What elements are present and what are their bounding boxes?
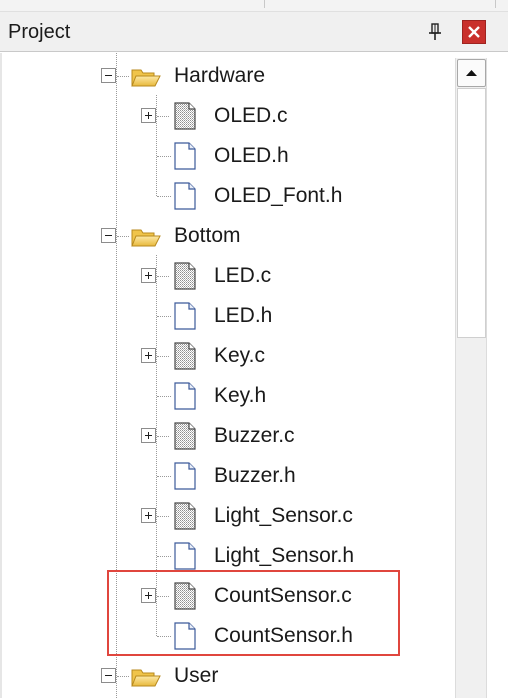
expand-toggle[interactable] xyxy=(141,428,156,443)
tree-file-item[interactable]: Buzzer.h xyxy=(2,456,456,496)
source-file-icon xyxy=(174,262,196,290)
folder-open-icon xyxy=(131,226,161,248)
file-label: LED.c xyxy=(214,264,272,287)
tree-guide-line xyxy=(157,276,169,277)
tree-group-user[interactable]: User xyxy=(2,656,456,696)
vertical-scrollbar[interactable] xyxy=(455,58,487,698)
separator-tick xyxy=(264,0,265,8)
tree-guide-line xyxy=(157,516,169,517)
expand-toggle[interactable] xyxy=(141,508,156,523)
tree-guide-line xyxy=(157,316,171,317)
header-file-icon xyxy=(174,382,196,410)
file-label: Light_Sensor.c xyxy=(214,504,353,527)
tree-guide-line xyxy=(157,436,169,437)
source-file-icon xyxy=(174,422,196,450)
header-file-icon xyxy=(174,302,196,330)
source-file-icon xyxy=(174,502,196,530)
separator-tick xyxy=(495,0,496,8)
tree-file-item[interactable]: OLED.c xyxy=(2,96,456,136)
file-label: OLED.h xyxy=(214,144,289,167)
file-label: Key.c xyxy=(214,344,265,367)
project-panel-header: Project xyxy=(0,12,508,52)
tree-file-item[interactable]: OLED_Font.h xyxy=(2,176,456,216)
tree-file-item[interactable]: Key.c xyxy=(2,336,456,376)
tree-guide-line xyxy=(157,556,171,557)
group-label: User xyxy=(174,664,219,687)
pin-icon[interactable] xyxy=(424,21,446,43)
tree-file-item[interactable]: Key.h xyxy=(2,376,456,416)
folder-open-icon xyxy=(131,666,161,688)
expand-toggle[interactable] xyxy=(141,348,156,363)
tree-group-hardware[interactable]: Hardware xyxy=(2,56,456,96)
arrow-up-icon xyxy=(466,70,477,76)
expand-toggle[interactable] xyxy=(141,268,156,283)
folder-open-icon xyxy=(131,66,161,88)
close-icon[interactable] xyxy=(462,20,486,44)
tree-guide-line xyxy=(117,676,129,677)
tree-group-bottom[interactable]: Bottom xyxy=(2,216,456,256)
tree-guide-line xyxy=(157,396,171,397)
tree-file-item[interactable]: LED.h xyxy=(2,296,456,336)
source-file-icon xyxy=(174,102,196,130)
file-label: Buzzer.h xyxy=(214,464,296,487)
collapse-toggle[interactable] xyxy=(101,668,116,683)
file-label: Light_Sensor.h xyxy=(214,544,355,567)
top-strip xyxy=(0,0,508,12)
scroll-up-button[interactable] xyxy=(457,59,486,87)
tree-file-item[interactable]: LED.c xyxy=(2,256,456,296)
tree-guide-line xyxy=(157,476,171,477)
collapse-toggle[interactable] xyxy=(101,228,116,243)
header-file-icon xyxy=(174,182,196,210)
tree-guide-line xyxy=(157,116,169,117)
header-file-icon xyxy=(174,542,196,570)
tree-guide-line xyxy=(157,196,171,197)
tree-guide-line xyxy=(117,76,129,77)
panel-title: Project xyxy=(8,21,71,43)
scroll-thumb[interactable] xyxy=(457,88,486,338)
collapse-toggle[interactable] xyxy=(101,68,116,83)
highlight-annotation-box xyxy=(107,570,400,656)
tree-file-item[interactable]: OLED.h xyxy=(2,136,456,176)
file-label: Key.h xyxy=(214,384,267,407)
expand-toggle[interactable] xyxy=(141,108,156,123)
file-label: OLED_Font.h xyxy=(214,184,343,207)
file-label: Buzzer.c xyxy=(214,424,295,447)
group-label: Hardware xyxy=(174,64,266,87)
header-file-icon xyxy=(174,142,196,170)
file-label: OLED.c xyxy=(214,104,288,127)
file-label: LED.h xyxy=(214,304,273,327)
group-label: Bottom xyxy=(174,224,241,247)
tree-guide-line xyxy=(117,236,129,237)
tree-guide-line xyxy=(157,356,169,357)
tree-guide-line xyxy=(157,156,171,157)
tree-file-item[interactable]: Buzzer.c xyxy=(2,416,456,456)
header-file-icon xyxy=(174,462,196,490)
tree-file-item[interactable]: Light_Sensor.c xyxy=(2,496,456,536)
source-file-icon xyxy=(174,342,196,370)
